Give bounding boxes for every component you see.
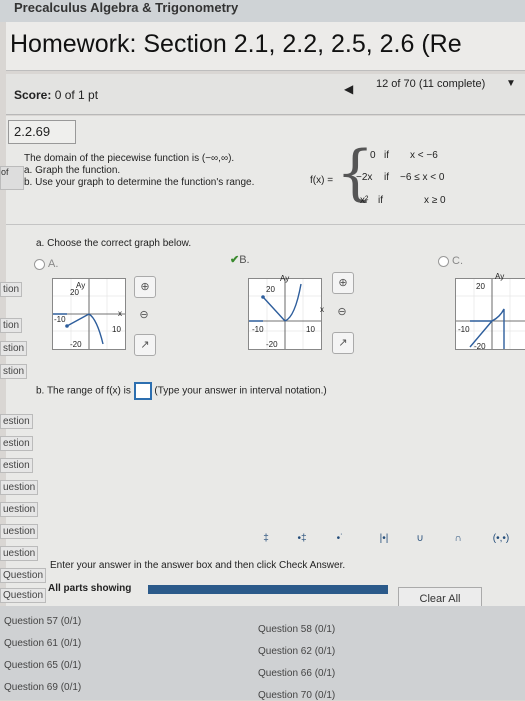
graph-b-x-label: x: [320, 305, 324, 314]
question-list-item[interactable]: Question 62 (0/1): [258, 646, 335, 657]
rail-item[interactable]: uestion: [0, 524, 39, 539]
checkmark-icon: ✔: [230, 254, 240, 266]
question-text: The domain of the piecewise function is …: [24, 153, 254, 189]
rail-item[interactable]: Question: [0, 588, 47, 603]
piece-1-if: if: [384, 150, 389, 161]
question-intro: The domain of the piecewise function is …: [24, 153, 235, 164]
graph-c-top-label: 20: [476, 282, 485, 291]
previous-question-button[interactable]: ◀: [344, 82, 353, 96]
question-list-item[interactable]: Question 61 (0/1): [4, 638, 81, 649]
graph-b-bottom-label: -20: [266, 340, 278, 349]
rail-item[interactable]: uestion: [0, 480, 39, 495]
option-c-label: C.: [452, 255, 463, 267]
question-part-b-text: b. Use your graph to determine the funct…: [24, 177, 255, 188]
zoom-out-icon[interactable]: ⊖: [134, 305, 154, 325]
graph-a-left-label: -10: [54, 315, 66, 324]
palette-fraction-button[interactable]: ‡: [254, 528, 278, 550]
rail-item[interactable]: tion: [0, 282, 23, 297]
part-a-prompt: a. Choose the correct graph below.: [36, 238, 192, 249]
question-number: 2.2.69: [14, 124, 51, 139]
question-list: Question 57 (0/1) Question 58 (0/1) Ques…: [0, 606, 525, 701]
graph-a-plot: [53, 279, 125, 349]
palette-mixed-number-button[interactable]: •‡: [290, 528, 314, 550]
zoom-in-b-icon[interactable]: ⊕: [332, 272, 354, 294]
question-list-item[interactable]: Question 66 (0/1): [258, 668, 335, 679]
piece-1-expr: 0: [370, 150, 376, 161]
graph-a-x-label: x: [118, 309, 122, 318]
course-title: Precalculus Algebra & Trigonometry: [14, 0, 239, 15]
score: Score: 0 of 1 pt: [14, 88, 98, 102]
option-b[interactable]: ✔B.: [230, 253, 250, 266]
rail-item[interactable]: tion: [0, 318, 23, 333]
graph-b[interactable]: [248, 278, 322, 350]
piece-3-if: if: [378, 195, 383, 206]
graph-c[interactable]: [455, 278, 525, 350]
function-label: f(x) =: [310, 175, 334, 186]
rail-item[interactable]: stion: [0, 364, 28, 379]
question-list-item[interactable]: Question 58 (0/1): [258, 624, 335, 635]
option-c[interactable]: C.: [438, 255, 463, 267]
piece-3-expr: x²: [360, 195, 369, 206]
piece-3-cond: x ≥ 0: [424, 195, 446, 206]
graph-a-bottom-label: -20: [70, 340, 82, 349]
graph-b-right-label: 10: [306, 325, 315, 334]
question-list-item[interactable]: Question 57 (0/1): [4, 616, 81, 627]
homework-title: Homework: Section 2.1, 2.2, 2.5, 2.6 (Re: [10, 30, 462, 58]
rail-item[interactable]: estion: [0, 458, 33, 473]
graph-b-top-label: 20: [266, 285, 275, 294]
part-b-prefix: b. The range of f(x) is: [36, 385, 131, 397]
zoom-out-b-icon[interactable]: ⊖: [332, 302, 352, 322]
piece-1-cond: x < −6: [410, 150, 438, 161]
range-answer-input[interactable]: [133, 382, 152, 400]
palette-absolute-value-button[interactable]: |•|: [372, 528, 396, 550]
graph-c-y-label: Ay: [495, 272, 505, 281]
score-label: Score:: [14, 88, 52, 102]
rail-item[interactable]: uestion: [0, 502, 39, 517]
rail-item[interactable]: Question: [0, 568, 47, 583]
zoom-in-icon[interactable]: ⊕: [134, 276, 156, 298]
answer-instructions: Enter your answer in the answer box and …: [50, 560, 346, 571]
palette-intersection-button[interactable]: ∩: [446, 528, 470, 550]
side-tab[interactable]: of: [0, 166, 24, 190]
option-a-label: A.: [48, 258, 59, 270]
rail-item[interactable]: uestion: [0, 546, 39, 561]
graph-c-bottom-label: -20: [474, 342, 486, 351]
rail-item[interactable]: estion: [0, 414, 33, 429]
part-b: b. The range of f(x) is (Type your answe…: [36, 382, 327, 400]
piece-2-cond: −6 ≤ x < 0: [400, 172, 445, 183]
graph-b-y-label: Ay: [280, 274, 290, 283]
graph-c-left-label: -10: [458, 325, 470, 334]
option-c-radio[interactable]: [438, 255, 449, 267]
question-menu-chevron-icon[interactable]: ▼: [506, 78, 516, 89]
rail-item[interactable]: estion: [0, 436, 33, 451]
parts-progress-bar: [148, 585, 388, 594]
expand-graph-b-icon[interactable]: ↗: [332, 332, 354, 354]
part-b-suffix: (Type your answer in interval notation.): [154, 385, 327, 397]
question-list-item[interactable]: Question 70 (0/1): [258, 690, 335, 701]
graph-a-top-label: 20: [70, 288, 79, 297]
question-list-item[interactable]: Question 65 (0/1): [4, 660, 81, 671]
parts-showing-label: All parts showing: [48, 583, 132, 594]
option-b-label: B.: [239, 254, 250, 266]
graph-a[interactable]: [52, 278, 126, 350]
graph-b-left-label: -10: [252, 325, 264, 334]
palette-exponent-button[interactable]: •˙: [328, 528, 352, 550]
graph-b-plot: [249, 279, 321, 349]
score-value: 0 of 1 pt: [54, 88, 99, 102]
palette-union-button[interactable]: ∪: [408, 528, 432, 550]
math-palette: ‡ •‡ •˙ |•| ∪ ∩ (•,•): [250, 528, 525, 558]
piece-2-expr: −2x: [356, 172, 373, 183]
palette-interval-button[interactable]: (•,•): [484, 528, 518, 550]
rail-item[interactable]: stion: [0, 341, 28, 356]
question-list-item[interactable]: Question 69 (0/1): [4, 682, 81, 693]
expand-graph-a-icon[interactable]: ↗: [134, 334, 156, 356]
divider: [6, 224, 525, 225]
piece-2-if: if: [384, 172, 389, 183]
graph-c-plot: [456, 279, 525, 349]
question-part-a-text: a. Graph the function.: [24, 165, 121, 176]
question-progress[interactable]: 12 of 70 (11 complete): [376, 78, 485, 90]
graph-a-right-label: 10: [112, 325, 121, 334]
